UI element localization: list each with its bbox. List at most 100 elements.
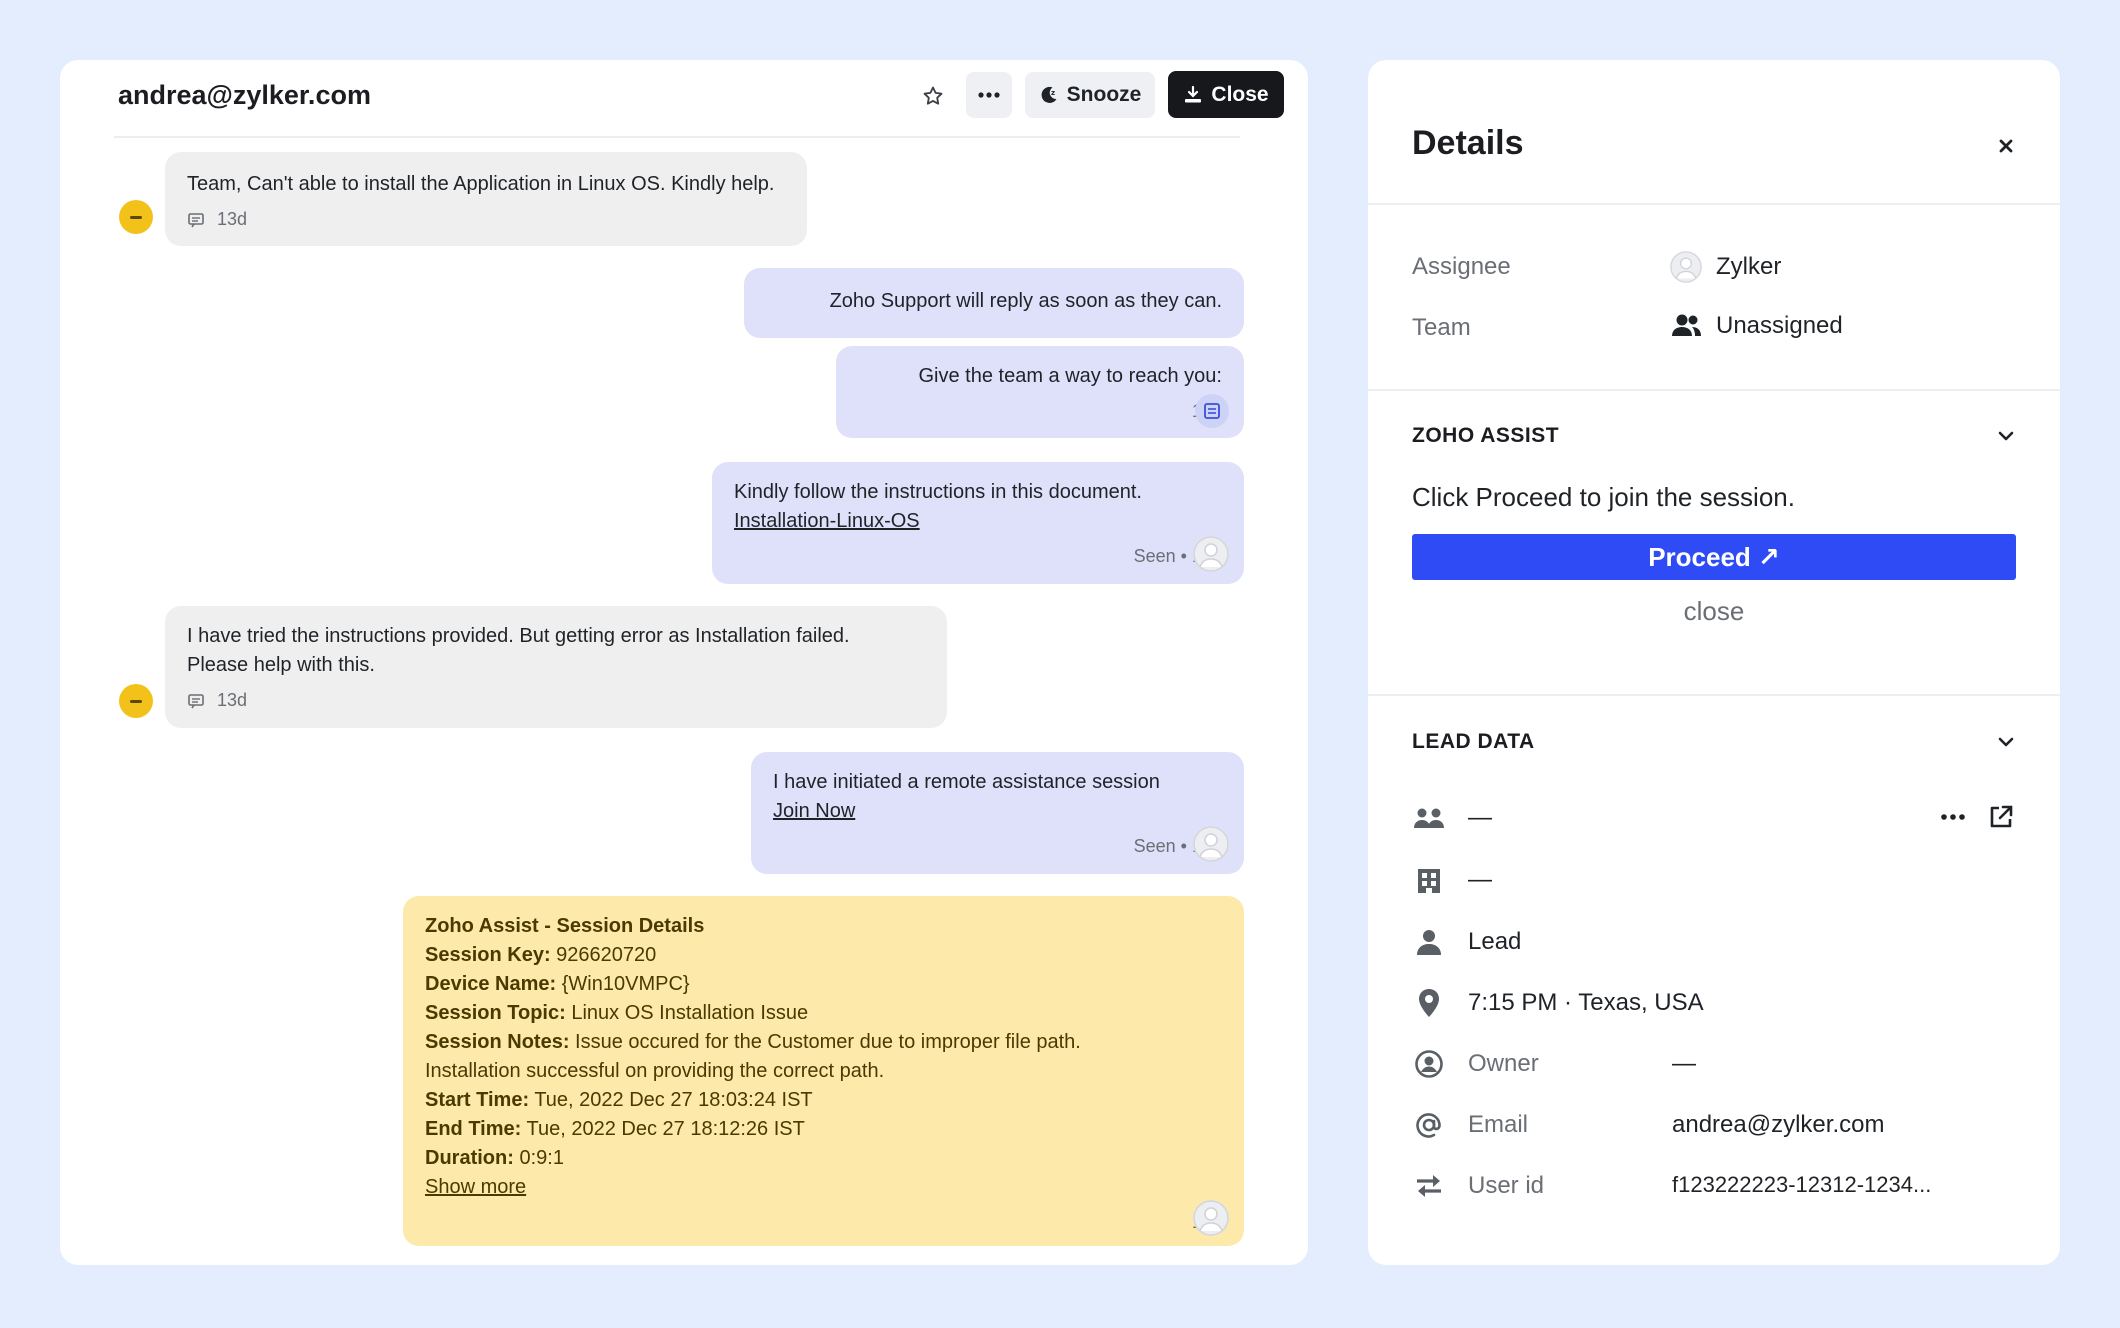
team-value[interactable]: Unassigned xyxy=(1670,312,1843,340)
message-outgoing: Zoho Support will reply as soon as they … xyxy=(744,268,1244,338)
close-conversation-button[interactable]: Close xyxy=(1168,71,1284,118)
close-icon xyxy=(1999,139,2013,153)
end-time-value: Tue, 2022 Dec 27 18:12:26 IST xyxy=(526,1118,805,1140)
message-time: 13d xyxy=(425,1208,1222,1237)
person-icon xyxy=(1412,925,1446,959)
userid-value: f123222223-12312-1234... xyxy=(1672,1172,1932,1197)
chevron-down-icon xyxy=(1998,737,2014,747)
userid-label: User id xyxy=(1468,1172,1545,1199)
team-label: Team xyxy=(1412,314,1471,341)
duration-value: 0:9:1 xyxy=(519,1147,564,1169)
assignee-name: Zylker xyxy=(1716,253,1782,280)
user-avatar-icon xyxy=(1193,536,1229,572)
owner-icon xyxy=(1412,1047,1446,1081)
close-tray-icon xyxy=(1185,85,1202,102)
location-pin-icon xyxy=(1412,986,1446,1020)
team-icon xyxy=(1672,314,1701,336)
details-panel: Details Assignee Zylker Team Unassigned … xyxy=(1368,60,2060,1265)
user-avatar-icon xyxy=(1193,826,1229,862)
chevron-down-icon xyxy=(1998,431,2014,441)
divider xyxy=(1368,389,2060,391)
star-icon xyxy=(923,86,943,105)
at-sign-icon xyxy=(1412,1108,1446,1142)
svg-text:z: z xyxy=(1051,89,1055,97)
session-notes-value: Issue occured for the Customer due to im… xyxy=(575,1031,1081,1053)
message-outgoing: I have initiated a remote assistance ses… xyxy=(751,752,1244,874)
device-name-value: {Win10VMPC} xyxy=(561,973,690,995)
session-topic-label: Session Topic: xyxy=(425,1002,566,1024)
message-meta: 13d xyxy=(187,205,785,234)
message-text: Give the team a way to reach you: xyxy=(918,365,1223,387)
email-label: Email xyxy=(1468,1111,1529,1138)
form-icon xyxy=(1204,403,1220,419)
bot-avatar xyxy=(1195,394,1229,428)
start-time-label: Start Time: xyxy=(425,1089,530,1111)
session-details-card: Zoho Assist - Session Details Session Ke… xyxy=(403,896,1244,1246)
close-details-button[interactable] xyxy=(1988,128,2024,164)
moon-icon: z xyxy=(1041,86,1057,103)
lead-data-toggle[interactable] xyxy=(1988,724,2024,760)
zoho-assist-prompt: Click Proceed to join the session. xyxy=(1412,482,1795,512)
chat-title: andrea@zylker.com xyxy=(118,80,371,110)
session-title: Zoho Assist - Session Details xyxy=(425,915,705,937)
contacts-icon xyxy=(1412,802,1446,836)
message-incoming: Team, Can't able to install the Applicat… xyxy=(165,152,807,246)
session-key-value: 926620720 xyxy=(556,944,657,966)
lead-more-button[interactable] xyxy=(1937,804,1969,830)
proceed-button[interactable]: Proceed ↗ xyxy=(1412,534,2016,580)
document-link[interactable]: Installation-Linux-OS xyxy=(734,510,920,532)
message-text-line2: Please help with this. xyxy=(187,654,375,676)
session-notes-label: Session Notes: xyxy=(425,1031,570,1053)
customer-status-dot xyxy=(119,684,153,718)
message-outgoing: Give the team a way to reach you: 13d xyxy=(836,346,1244,438)
message-time: 13d xyxy=(217,690,248,710)
lead-contact-value: — xyxy=(1468,804,1492,831)
agent-avatar xyxy=(1193,536,1229,572)
building-icon xyxy=(1412,864,1446,898)
message-time: 13d xyxy=(217,209,248,229)
show-more-link[interactable]: Show more xyxy=(425,1176,526,1198)
lead-type-value: Lead xyxy=(1468,928,1522,955)
external-link-icon xyxy=(1990,805,2013,828)
open-external-button[interactable] xyxy=(1984,800,2018,834)
snooze-button[interactable]: z Snooze xyxy=(1025,72,1155,118)
join-now-link[interactable]: Join Now xyxy=(773,800,855,822)
session-notes-line2: Installation successful on providing the… xyxy=(425,1060,885,1082)
owner-label: Owner xyxy=(1468,1050,1539,1077)
customer-status-dot xyxy=(119,200,153,234)
message-status: Seen • 13d xyxy=(1133,836,1222,856)
team-name: Unassigned xyxy=(1716,312,1843,339)
details-header: Details xyxy=(1368,60,2060,205)
star-button[interactable] xyxy=(911,74,955,118)
message-text: I have initiated a remote assistance ses… xyxy=(773,771,1160,793)
message-meta: 13d xyxy=(187,686,925,715)
more-horizontal-icon xyxy=(978,92,1000,98)
message-text: Zoho Support will reply as soon as they … xyxy=(829,290,1222,312)
email-value[interactable]: andrea@zylker.com xyxy=(1672,1111,1884,1139)
assignee-label: Assignee xyxy=(1412,253,1511,280)
lead-data-section-title: LEAD DATA xyxy=(1412,730,1535,753)
chat-header: andrea@zylker.com z Snooze Close xyxy=(114,60,1284,138)
message-status: Seen • 13d xyxy=(1133,546,1222,566)
session-topic-value: Linux OS Installation Issue xyxy=(571,1002,809,1024)
close-label: Close xyxy=(1211,82,1269,106)
swap-arrows-icon xyxy=(1412,1169,1446,1203)
details-title: Details xyxy=(1412,124,1524,162)
agent-avatar xyxy=(1193,826,1229,862)
chat-panel: andrea@zylker.com z Snooze Close Team, C… xyxy=(60,60,1308,1265)
owner-value: — xyxy=(1672,1050,1696,1077)
lead-company-value: — xyxy=(1468,866,1492,893)
zoho-assist-toggle[interactable] xyxy=(1988,418,2024,454)
user-avatar-icon xyxy=(1670,251,1702,283)
more-options-button[interactable] xyxy=(966,72,1012,118)
user-avatar-icon xyxy=(1193,1200,1229,1236)
duration-label: Duration: xyxy=(425,1147,514,1169)
zoho-assist-close-link[interactable]: close xyxy=(1368,596,2060,627)
assignee-value[interactable]: Zylker xyxy=(1670,251,1781,283)
message-text-line1: I have tried the instructions provided. … xyxy=(187,625,850,647)
message-incoming: I have tried the instructions provided. … xyxy=(165,606,947,728)
lead-location-value: 7:15 PM · Texas, USA xyxy=(1468,989,1704,1016)
agent-avatar xyxy=(1193,1200,1229,1236)
session-key-label: Session Key: xyxy=(425,944,551,966)
message-time: 13d xyxy=(858,397,1222,426)
